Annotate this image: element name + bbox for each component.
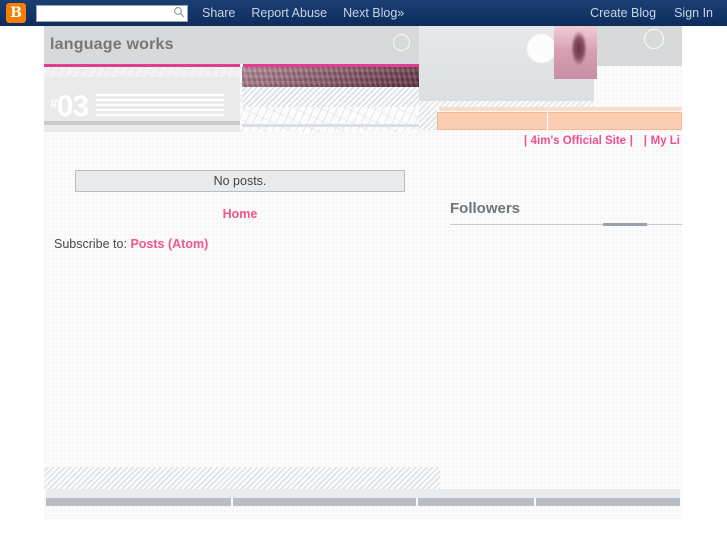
- blog-header-artwork: #03 language works: [44, 26, 682, 132]
- page-outer-wrapper: #03 language works | 4im's Official Site…: [0, 26, 727, 545]
- blog-page-body: #03 language works | 4im's Official Site…: [44, 26, 682, 519]
- home-link-row: Home: [44, 206, 436, 221]
- issue-number: #03: [50, 90, 89, 123]
- circle-watermark-icon: [393, 34, 410, 51]
- peach-band-top: [439, 107, 682, 111]
- subscribe-posts-atom-link[interactable]: Posts (Atom): [130, 237, 208, 251]
- footer-segment: [536, 498, 680, 506]
- peach-band: [437, 112, 682, 130]
- navbar-link-report-abuse[interactable]: Report Abuse: [251, 6, 327, 20]
- blogger-logo-letter: B: [10, 5, 22, 21]
- circle-watermark-icon: [644, 29, 664, 49]
- site-nav-strip: | 4im's Official Site | | My Li: [44, 132, 682, 154]
- issue-number-value: 03: [56, 90, 89, 123]
- sidebar-column: Followers: [440, 154, 682, 226]
- ruled-lines-decoration: [96, 94, 224, 116]
- navbar-link-share[interactable]: Share: [202, 6, 235, 20]
- page-title: language works: [50, 36, 174, 53]
- footer-segment: [233, 498, 418, 506]
- peach-band-divider: [547, 112, 548, 130]
- navbar-link-create-blog[interactable]: Create Blog: [590, 6, 656, 20]
- blogger-navbar: B Share Report Abuse Next Blog» Create B…: [0, 0, 727, 26]
- blue-hatch-block: [242, 87, 419, 107]
- statue-photo: [554, 26, 597, 79]
- navbar-left-links: Share Report Abuse Next Blog»: [202, 6, 404, 20]
- navbar-link-next-blog[interactable]: Next Blog»: [343, 6, 404, 20]
- site-nav-separator: |: [643, 135, 647, 147]
- followers-divider: [450, 223, 682, 226]
- footer-texture-block: [44, 467, 440, 489]
- footer-segment: [418, 498, 536, 506]
- navbar-right-links: Create Blog Sign In: [590, 6, 713, 20]
- pink-divider-left: [44, 64, 240, 67]
- site-nav-separator: |: [629, 135, 633, 147]
- blue-hatch-block: [419, 107, 437, 130]
- subscribe-label: Subscribe to:: [54, 237, 127, 251]
- park-photo-strip: [242, 67, 419, 87]
- main-column: No posts. Home Subscribe to: Posts (Atom…: [44, 154, 440, 251]
- subscribe-row: Subscribe to: Posts (Atom): [54, 237, 440, 251]
- navbar-search-wrapper: [36, 4, 188, 22]
- home-link[interactable]: Home: [223, 207, 258, 221]
- site-nav-link-my-links[interactable]: My Li: [651, 135, 680, 147]
- content-columns: No posts. Home Subscribe to: Posts (Atom…: [44, 154, 682, 467]
- blogger-logo-icon[interactable]: B: [6, 3, 26, 23]
- search-input[interactable]: [36, 4, 188, 22]
- pink-divider-right: [243, 64, 419, 67]
- footer-dark-bar: [46, 498, 680, 506]
- site-nav-link-official-site[interactable]: 4im's Official Site: [531, 135, 626, 147]
- footer-light-bar: [46, 489, 680, 498]
- followers-widget-title: Followers: [450, 200, 521, 217]
- blueprint-texture-strip: [44, 67, 240, 77]
- navbar-link-sign-in[interactable]: Sign In: [674, 6, 713, 20]
- no-posts-message: No posts.: [75, 170, 405, 192]
- footer-zone: [44, 467, 682, 519]
- issue-hash: #: [50, 95, 58, 111]
- followers-divider-accent: [603, 223, 647, 226]
- footer-segment: [46, 498, 233, 506]
- grey-underbar: [242, 124, 419, 127]
- site-nav-separator: |: [523, 135, 528, 147]
